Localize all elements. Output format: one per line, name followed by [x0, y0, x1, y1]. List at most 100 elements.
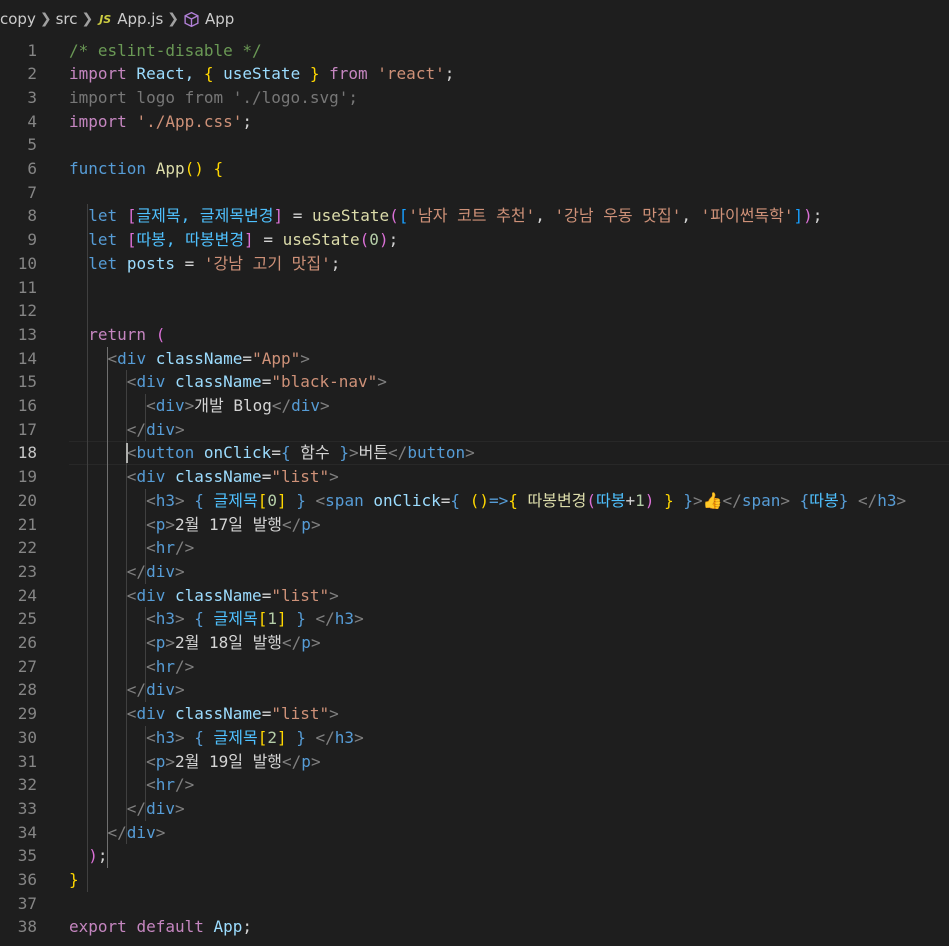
code-token: hr [155, 656, 175, 676]
code-token: p [155, 633, 166, 652]
code-token: onClick [373, 490, 441, 510]
code-line[interactable]: 25 <h3> { 글제목[1] } </h3> [0, 607, 949, 631]
code-line[interactable]: 4 import './App.css'; [0, 110, 949, 134]
line-number: 14 [17, 348, 37, 368]
code-line[interactable]: 21 <p>2월 17일 발행</p> [0, 513, 949, 537]
text-cursor [125, 443, 128, 464]
code-token: </ [126, 798, 147, 818]
code-token: < [146, 490, 156, 510]
code-line[interactable]: 22 <hr/> [0, 536, 949, 560]
code-token: h3 [155, 727, 175, 747]
breadcrumb-item-symbol[interactable]: App [205, 10, 234, 28]
code-line[interactable]: 3 import logo from './logo.svg'; [0, 86, 949, 110]
code-line[interactable]: 18 <button onClick={ 함수 }>버튼</button> [0, 441, 949, 465]
code-token: > [174, 727, 185, 747]
code-line[interactable]: 38 export default App; [0, 915, 949, 939]
code-token: = [271, 443, 281, 463]
breadcrumb-item-copy[interactable]: copy [0, 10, 36, 28]
code-token: div [117, 348, 147, 368]
code-line[interactable]: 7 [0, 181, 949, 205]
breadcrumb-item-file[interactable]: App.js [117, 10, 163, 28]
code-token: [ [126, 206, 137, 226]
code-line[interactable]: 20 <h3> { 글제목[0] } <span onClick={ ()=>{… [0, 489, 949, 513]
code-token: > [348, 443, 359, 463]
code-line[interactable]: 36} [0, 868, 949, 892]
code-token: > [165, 633, 175, 652]
line-number: 2 [27, 64, 37, 84]
code-line[interactable]: 13 return ( [0, 323, 949, 347]
code-token: 0 [369, 230, 379, 250]
code-token: } [69, 870, 79, 889]
code-line[interactable]: 2 import React, { useState } from 'react'… [0, 62, 949, 86]
code-line[interactable]: 9 let [따봉, 따봉변경] = useState(0); [0, 228, 949, 252]
code-line[interactable]: 1 /* eslint-disable */ [0, 39, 949, 63]
code-token: div [155, 396, 185, 415]
code-line[interactable]: 29 <div className="list"> [0, 702, 949, 726]
code-line[interactable]: 35 ); [0, 844, 949, 868]
line-number: 10 [17, 253, 37, 273]
chevron-right-icon: ❯ [39, 11, 52, 27]
code-line[interactable]: 26 <p>2월 18일 발행</p> [0, 631, 949, 655]
code-token: > [184, 396, 195, 415]
code-line[interactable]: 17 </div> [0, 418, 949, 442]
line-number: 36 [17, 870, 37, 889]
code-line[interactable]: 8 let [글제목, 글제목변경] = useState(['남자 코트 추천… [0, 204, 949, 228]
code-line[interactable]: 30 <h3> { 글제목[2] } </h3> [0, 726, 949, 750]
code-token: div [126, 822, 156, 842]
line-number: 21 [17, 514, 37, 534]
code-line[interactable]: 34 </div> [0, 821, 949, 845]
code-line[interactable]: 19 <div className="list"> [0, 465, 949, 489]
code-line[interactable]: 6 function App() { [0, 157, 949, 181]
code-text: <button onClick={ 함수 }>버튼</button> [69, 441, 475, 465]
code-line[interactable]: 32 <hr/> [0, 773, 949, 797]
code-token: 0 [267, 490, 277, 510]
code-line[interactable]: 31 <p>2월 19일 발행</p> [0, 750, 949, 774]
code-token: > [174, 798, 185, 818]
code-token: "black-nav" [271, 372, 378, 392]
code-line[interactable]: 14 <div className="App"> [0, 347, 949, 371]
code-token: ; [242, 111, 253, 131]
code-line[interactable]: 23 </div> [0, 560, 949, 584]
code-token: button [407, 443, 466, 463]
code-line[interactable]: 10 let posts = '강남 고기 맛집'; [0, 252, 949, 276]
code-line[interactable]: 27 <hr/> [0, 655, 949, 679]
code-token: div [291, 396, 321, 415]
code-line[interactable]: 28 </div> [0, 678, 949, 702]
code-line[interactable]: 12 [0, 299, 949, 323]
code-token: span [325, 490, 364, 510]
code-token: < [146, 656, 156, 676]
code-token: ] [276, 727, 287, 747]
code-token: </ [315, 609, 335, 629]
breadcrumb-item-src[interactable]: src [56, 10, 78, 28]
code-line[interactable]: 5 [0, 133, 949, 157]
code-token: posts [126, 253, 175, 273]
code-token: ; [812, 206, 823, 226]
code-line[interactable]: 15 <div className="black-nav"> [0, 370, 949, 394]
code-line[interactable]: 24 <div className="list"> [0, 584, 949, 608]
code-token: < [315, 490, 326, 510]
code-token: { [194, 727, 204, 747]
code-line[interactable]: 37 [0, 892, 949, 916]
code-token: ] [273, 206, 284, 226]
code-line[interactable]: 16 <div>개발 Blog</div> [0, 394, 949, 418]
code-text: } [69, 868, 79, 892]
code-token: 함수 [290, 443, 340, 463]
code-line[interactable]: 33 </div> [0, 797, 949, 821]
code-editor[interactable]: 1 /* eslint-disable */ 2 import React, { us… [0, 38, 949, 946]
code-line[interactable]: 11 [0, 276, 949, 300]
code-token: [ [257, 490, 268, 510]
line-number: 22 [17, 538, 37, 558]
code-text: return ( [69, 323, 165, 347]
code-token: 글제목, 글제목변경 [136, 206, 274, 226]
code-token: > [310, 633, 321, 652]
